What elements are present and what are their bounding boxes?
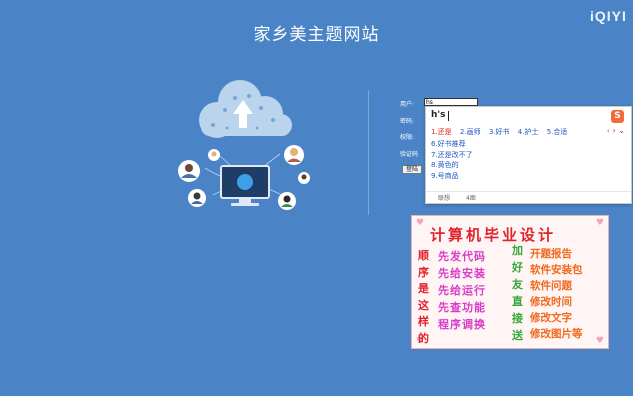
ime-candidate-list: 6.好书推荐 7.还是改不了 8.黄色的 9.号商品 bbox=[431, 139, 473, 181]
ime-composition: h's bbox=[431, 110, 446, 120]
iqiyi-watermark: iQIYI bbox=[590, 8, 627, 24]
username-label: 用户: bbox=[400, 101, 415, 108]
username-input[interactable]: hs bbox=[424, 98, 478, 106]
ime-page-arrows[interactable]: ‹ › ⌄ bbox=[607, 126, 625, 135]
password-label: 密码: bbox=[400, 118, 415, 125]
avatar-icon-right-small bbox=[298, 172, 310, 184]
ime-candidate[interactable]: 1.还是 bbox=[431, 128, 452, 136]
avatar-icon-left-small bbox=[208, 149, 220, 161]
divider-line bbox=[368, 90, 369, 215]
login-button[interactable]: 登陆 bbox=[402, 165, 422, 174]
ime-candidate-row: 1.还是 2.画师 3.好书 4.护士 5.合适 bbox=[431, 127, 573, 137]
ime-candidate[interactable]: 9.号商品 bbox=[431, 171, 473, 182]
poster-column-3: 加好友 直接送 bbox=[512, 244, 523, 342]
heart-icon: ♥ bbox=[595, 218, 604, 228]
sogou-logo-icon: S bbox=[611, 110, 624, 123]
monitor-icon bbox=[220, 165, 270, 206]
ime-candidate[interactable]: 2.画师 bbox=[460, 128, 481, 136]
ime-candidate[interactable]: 3.好书 bbox=[489, 128, 510, 136]
avatar-icon-right-bottom bbox=[278, 192, 296, 210]
poster-column-1: 顺序是 这样的 bbox=[418, 249, 429, 345]
ime-footer-item[interactable]: 4图 bbox=[466, 195, 476, 202]
captcha-label: 验证码 bbox=[400, 151, 419, 158]
avatar-icon-left-top bbox=[178, 160, 200, 182]
ime-candidate[interactable]: 6.好书推荐 bbox=[431, 139, 473, 150]
ime-candidate[interactable]: 5.合适 bbox=[547, 128, 568, 136]
ime-footer: 联想 4图 bbox=[426, 191, 631, 202]
ime-footer-item[interactable]: 联想 bbox=[438, 195, 450, 202]
role-label: 权限: bbox=[400, 134, 415, 141]
poster-title: 计算机毕业设计 bbox=[430, 226, 557, 244]
poster-column-4: 开题报告 软件安装包 软件问题 修改时间 修改文字 修改图片等 bbox=[530, 248, 583, 340]
ime-candidate-popup: h's S 1.还是 2.画师 3.好书 4.护士 5.合适 ‹ › ⌄ 6.好… bbox=[425, 106, 632, 204]
heart-icon: ♥ bbox=[416, 218, 425, 228]
ime-candidate[interactable]: 4.护士 bbox=[518, 128, 539, 136]
promo-poster: ♥ ♥ ♥ ♥ 计算机毕业设计 顺序是 这样的 先发代码 先给安装 先给运行 先查功… bbox=[411, 215, 609, 349]
heart-icon: ♥ bbox=[595, 336, 604, 346]
chevron-down-icon[interactable]: ⌄ bbox=[618, 126, 625, 135]
poster-column-2: 先发代码 先给安装 先给运行 先查功能 程序调换 bbox=[438, 250, 486, 331]
chevron-left-icon[interactable]: ‹ bbox=[607, 126, 610, 135]
page-title: 家乡美主题网站 bbox=[253, 25, 380, 45]
avatar-icon-right-top bbox=[284, 145, 304, 165]
cloud-network-illustration bbox=[178, 80, 310, 210]
avatar-icon-left-bottom bbox=[188, 189, 206, 207]
ime-candidate[interactable]: 7.还是改不了 bbox=[431, 150, 473, 161]
ime-caret bbox=[448, 111, 449, 121]
chevron-right-icon[interactable]: › bbox=[613, 126, 616, 135]
ime-candidate[interactable]: 8.黄色的 bbox=[431, 160, 473, 171]
